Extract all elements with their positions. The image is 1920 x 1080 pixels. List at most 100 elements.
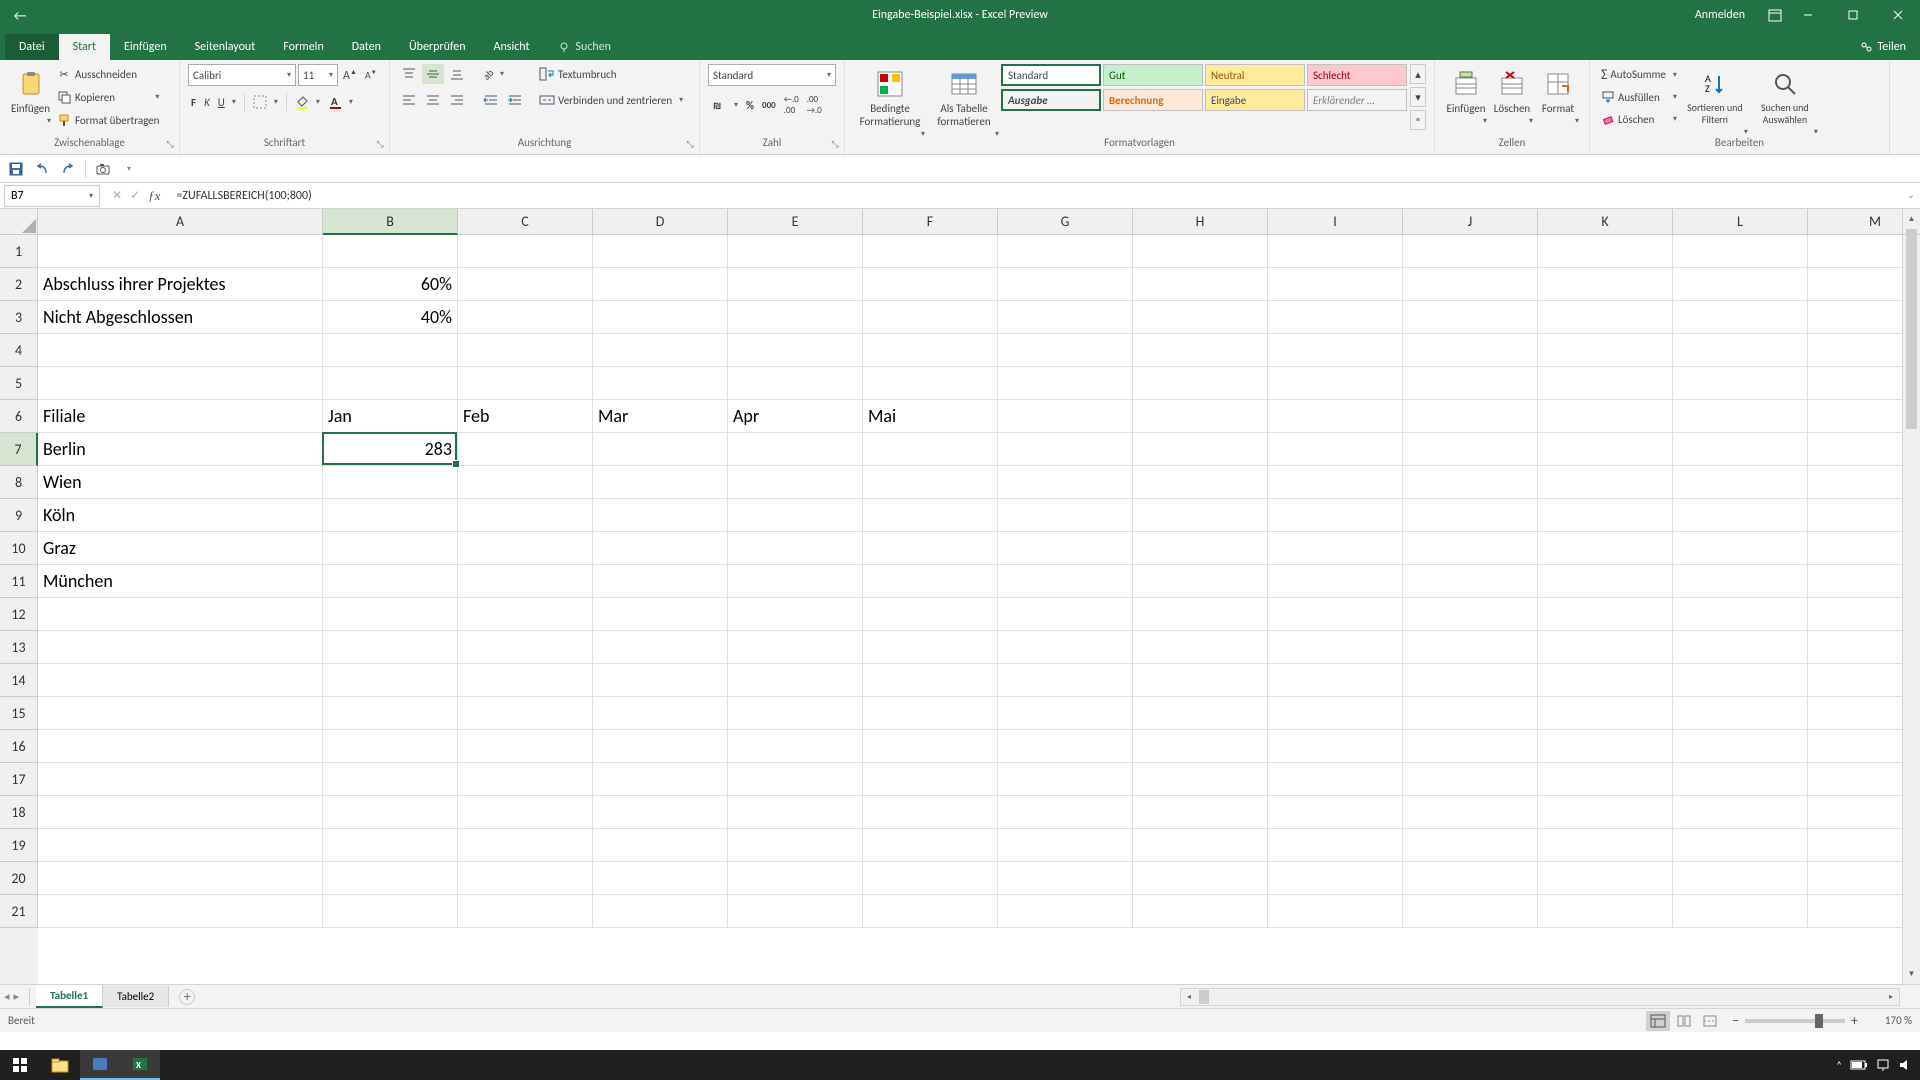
- style-standard[interactable]: Standard: [1001, 64, 1101, 86]
- cell[interactable]: [1133, 565, 1268, 598]
- formula-expand[interactable]: ⌄: [1902, 190, 1920, 201]
- cell[interactable]: Mai: [863, 400, 998, 433]
- row-header[interactable]: 6: [0, 400, 38, 433]
- font-name-select[interactable]: Calibri▾: [188, 64, 296, 86]
- cell[interactable]: [728, 565, 863, 598]
- share-button[interactable]: Teilen: [1846, 34, 1920, 60]
- cell[interactable]: [323, 697, 458, 730]
- cell[interactable]: [458, 301, 593, 334]
- cell[interactable]: [863, 664, 998, 697]
- column-headers[interactable]: ABCDEFGHIJKLM: [38, 209, 1902, 235]
- cell[interactable]: [1133, 664, 1268, 697]
- cell[interactable]: [1673, 301, 1808, 334]
- cell[interactable]: [38, 829, 323, 862]
- cell[interactable]: [1403, 235, 1538, 268]
- style-schlecht[interactable]: Schlecht: [1307, 64, 1407, 86]
- cell[interactable]: [1538, 367, 1673, 400]
- cell[interactable]: Filiale: [38, 400, 323, 433]
- row-header[interactable]: 18: [0, 796, 38, 829]
- column-header[interactable]: G: [998, 209, 1133, 235]
- cell[interactable]: [1538, 697, 1673, 730]
- paste-button[interactable]: Einfügen ▾: [8, 64, 53, 131]
- cell[interactable]: [593, 631, 728, 664]
- column-header[interactable]: J: [1403, 209, 1538, 235]
- cell[interactable]: [1268, 631, 1403, 664]
- cell[interactable]: [1133, 235, 1268, 268]
- cell[interactable]: [1403, 433, 1538, 466]
- cell[interactable]: [38, 697, 323, 730]
- cell[interactable]: [1538, 301, 1673, 334]
- cell[interactable]: [863, 367, 998, 400]
- cell[interactable]: [728, 631, 863, 664]
- cell[interactable]: [593, 829, 728, 862]
- align-bottom-button[interactable]: [446, 64, 468, 84]
- thousands-button[interactable]: 000: [759, 95, 779, 115]
- dialog-launcher[interactable]: ⤡: [163, 137, 177, 151]
- cell[interactable]: [1673, 532, 1808, 565]
- zoom-level[interactable]: 170 %: [1864, 1014, 1912, 1027]
- cell[interactable]: [323, 532, 458, 565]
- tray-volume-icon[interactable]: [1898, 1058, 1912, 1072]
- cell[interactable]: [593, 499, 728, 532]
- column-header[interactable]: M: [1808, 209, 1920, 235]
- cell[interactable]: [593, 598, 728, 631]
- cell[interactable]: [1538, 796, 1673, 829]
- cell[interactable]: [38, 598, 323, 631]
- cell[interactable]: [863, 235, 998, 268]
- cell[interactable]: [458, 334, 593, 367]
- cell[interactable]: [1538, 829, 1673, 862]
- column-header[interactable]: H: [1133, 209, 1268, 235]
- sheet-tab-1[interactable]: Tabelle1: [36, 985, 103, 1008]
- cell[interactable]: [458, 796, 593, 829]
- cell[interactable]: [593, 730, 728, 763]
- font-size-select[interactable]: 11▾: [298, 64, 338, 86]
- cell[interactable]: [728, 730, 863, 763]
- cell[interactable]: [593, 763, 728, 796]
- tab-file[interactable]: Datei: [5, 34, 59, 60]
- zoom-in-button[interactable]: +: [1851, 1012, 1858, 1029]
- cell[interactable]: [1403, 301, 1538, 334]
- cell[interactable]: [38, 763, 323, 796]
- column-header[interactable]: E: [728, 209, 863, 235]
- cell[interactable]: [38, 664, 323, 697]
- cell[interactable]: [593, 697, 728, 730]
- cell[interactable]: 40%: [323, 301, 458, 334]
- conditional-formatting-button[interactable]: Bedingte Formatierung▾: [853, 64, 927, 144]
- cell[interactable]: [1403, 829, 1538, 862]
- cell[interactable]: [1673, 499, 1808, 532]
- style-neutral[interactable]: Neutral: [1205, 64, 1305, 86]
- cell[interactable]: [38, 895, 323, 928]
- tab-search[interactable]: Suchen: [544, 34, 625, 60]
- cell[interactable]: [863, 829, 998, 862]
- cell[interactable]: [1538, 334, 1673, 367]
- cell[interactable]: [1268, 466, 1403, 499]
- column-header[interactable]: F: [863, 209, 998, 235]
- cell[interactable]: [863, 301, 998, 334]
- cell[interactable]: [458, 730, 593, 763]
- cell[interactable]: [1133, 367, 1268, 400]
- cell[interactable]: [1403, 466, 1538, 499]
- cell[interactable]: [1133, 730, 1268, 763]
- cell[interactable]: [1673, 334, 1808, 367]
- cell[interactable]: [1133, 400, 1268, 433]
- cell[interactable]: [863, 862, 998, 895]
- cell[interactable]: [1403, 367, 1538, 400]
- view-page-layout-button[interactable]: [1672, 1011, 1696, 1031]
- cell[interactable]: [998, 499, 1133, 532]
- cell[interactable]: [728, 664, 863, 697]
- cell[interactable]: 283: [323, 433, 458, 466]
- cell[interactable]: [1673, 400, 1808, 433]
- cell[interactable]: [1538, 730, 1673, 763]
- taskbar-excel[interactable]: X: [120, 1050, 160, 1080]
- cell[interactable]: [998, 730, 1133, 763]
- format-as-table-button[interactable]: Als Tabelle formatieren▾: [927, 64, 1001, 144]
- cell[interactable]: [1268, 697, 1403, 730]
- column-header[interactable]: K: [1538, 209, 1673, 235]
- accept-formula-icon[interactable]: ✓: [130, 188, 140, 203]
- start-button[interactable]: [0, 1050, 40, 1080]
- cell[interactable]: München: [38, 565, 323, 598]
- cell[interactable]: [593, 466, 728, 499]
- cell[interactable]: [323, 829, 458, 862]
- view-page-break-button[interactable]: [1698, 1011, 1722, 1031]
- cell[interactable]: [323, 664, 458, 697]
